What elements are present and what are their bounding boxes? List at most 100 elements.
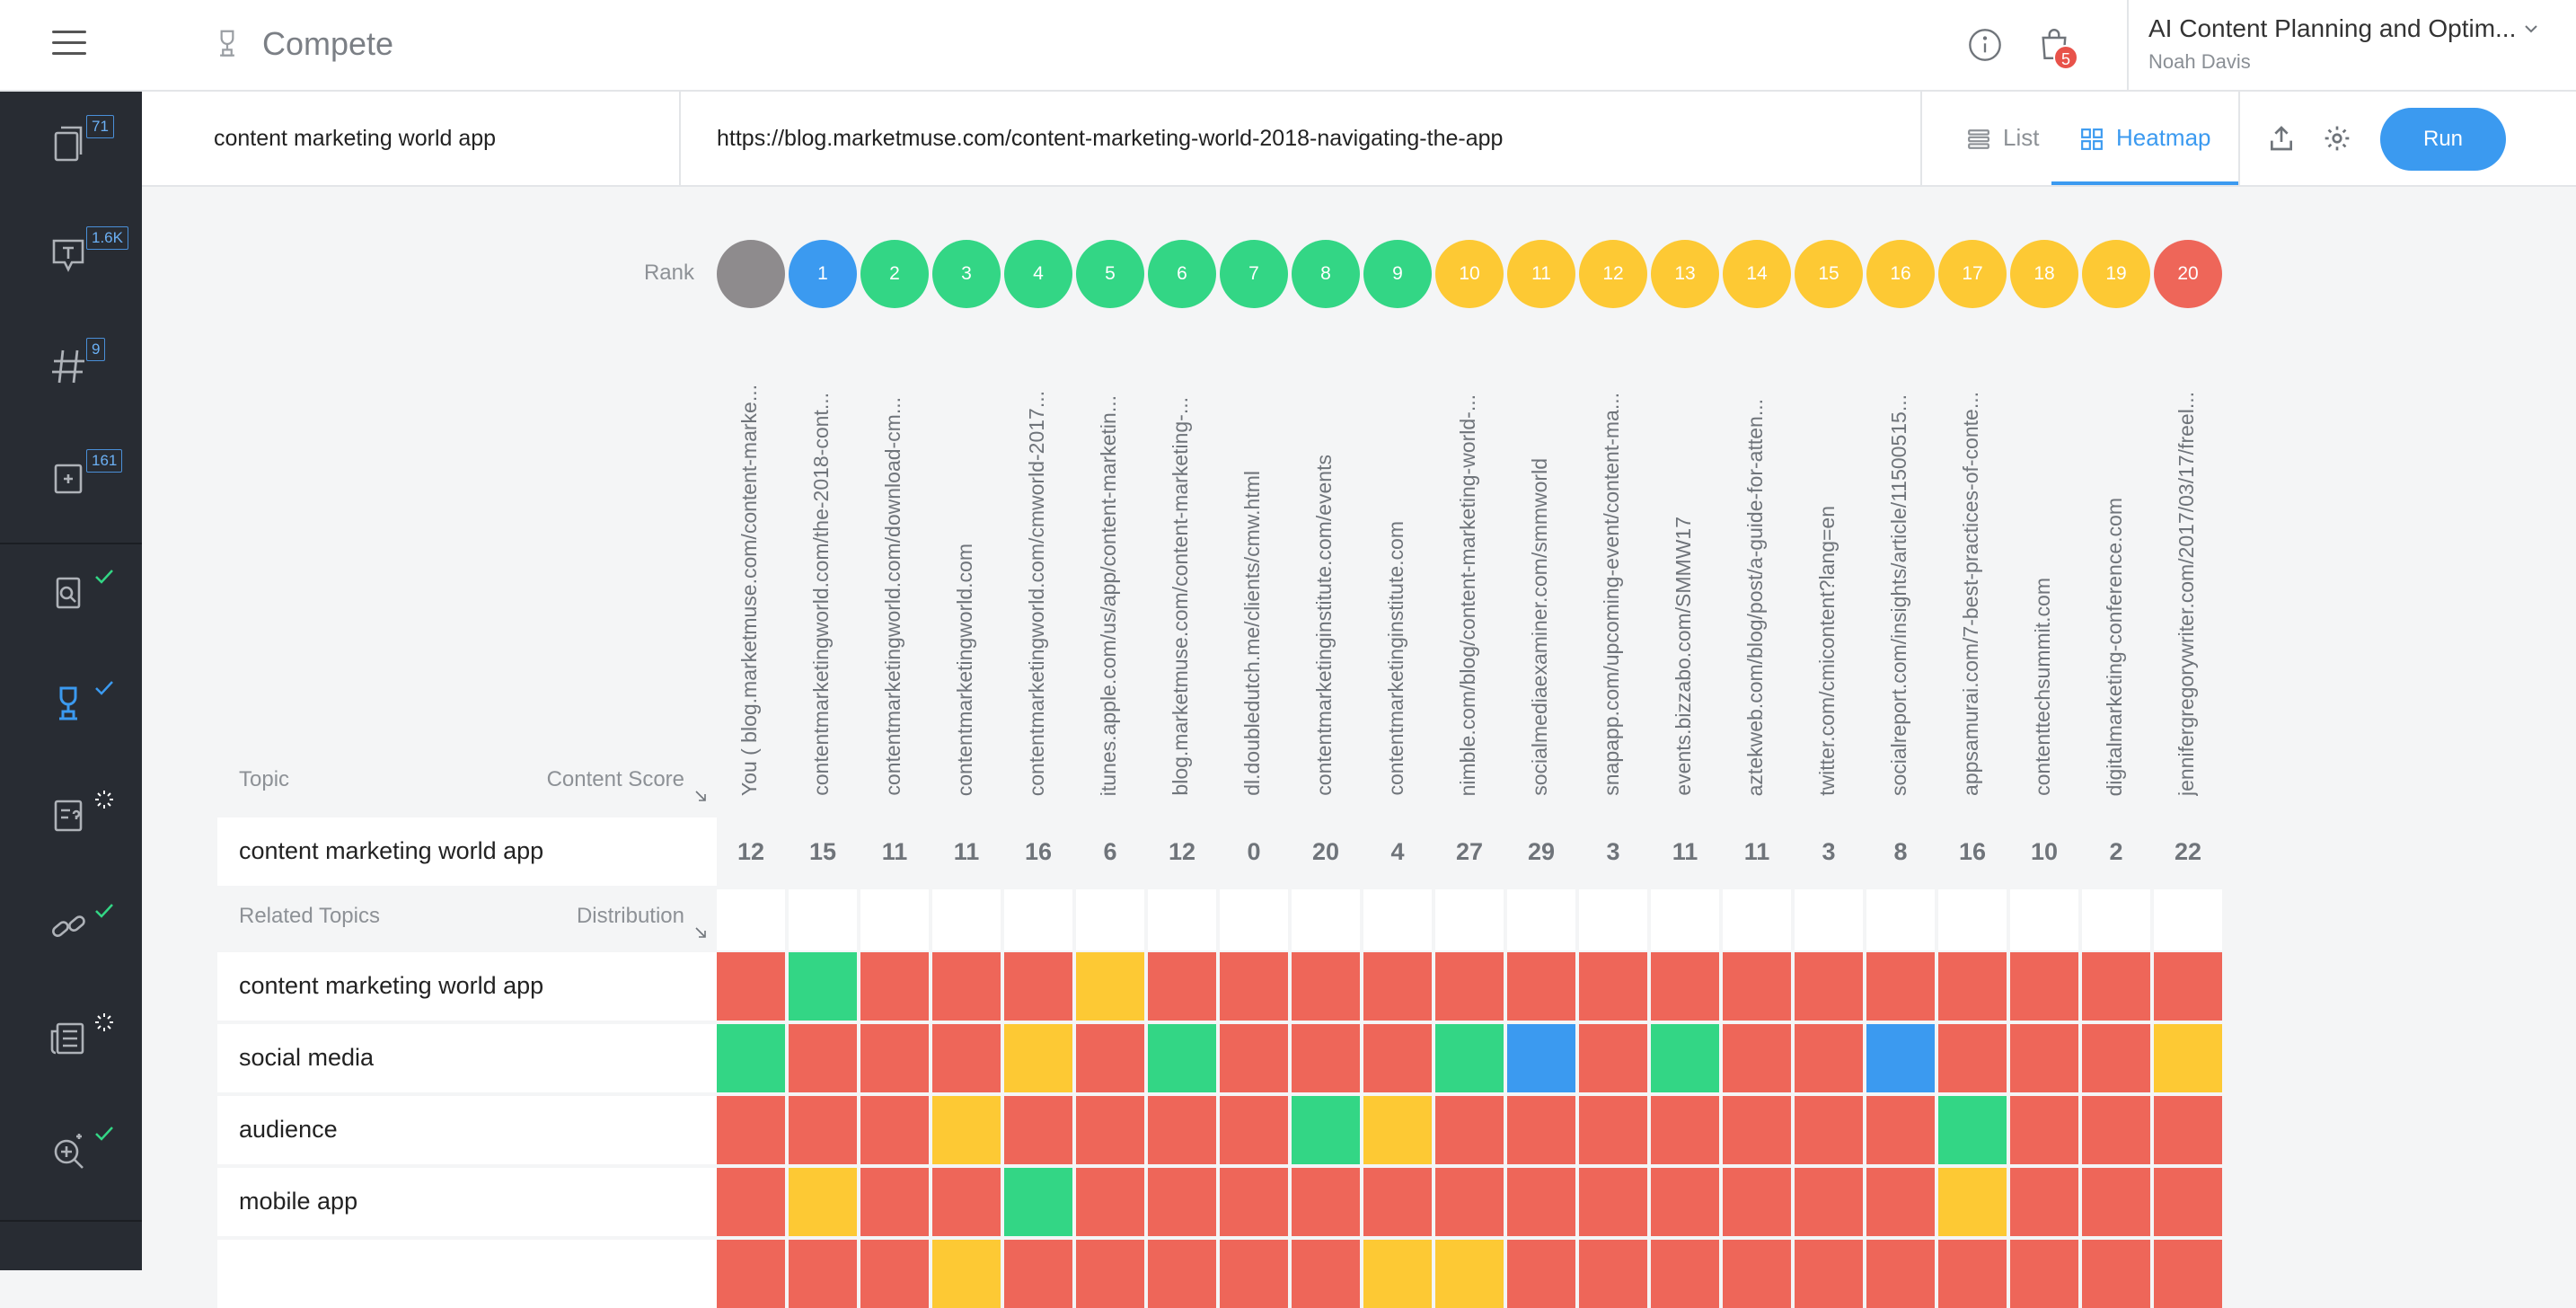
heatmap-cell[interactable] <box>1292 952 1360 1021</box>
heatmap-cell[interactable] <box>1363 1168 1432 1236</box>
related-topic-row[interactable] <box>217 1240 717 1308</box>
heatmap-cell[interactable] <box>2082 1168 2150 1236</box>
heatmap-cell[interactable] <box>2154 1168 2222 1236</box>
heatmap-cell[interactable] <box>1435 1240 1504 1308</box>
heatmap-cell[interactable] <box>1148 1168 1216 1236</box>
content-score-header[interactable]: Content Score <box>467 767 684 792</box>
sidebar-item-add[interactable]: 161 <box>0 433 142 523</box>
heatmap-cell[interactable] <box>717 1024 785 1092</box>
heatmap-cell[interactable] <box>2154 952 2222 1021</box>
competitor-url[interactable]: contentmarketingworld.com <box>932 332 1001 800</box>
heatmap-cell[interactable] <box>717 1096 785 1164</box>
competitor-url[interactable]: appsamurai.com/7-best-practices-of-conte… <box>1938 332 2007 800</box>
heatmap-cell[interactable] <box>1004 1240 1072 1308</box>
rank-circle[interactable]: 18 <box>2010 240 2078 308</box>
heatmap-cell[interactable] <box>789 1240 857 1308</box>
heatmap-cell[interactable] <box>1651 952 1719 1021</box>
heatmap-cell[interactable] <box>860 1168 929 1236</box>
heatmap-cell[interactable] <box>860 952 929 1021</box>
heatmap-cell[interactable] <box>1723 1168 1791 1236</box>
heatmap-cell[interactable] <box>860 1240 929 1308</box>
heatmap-cell[interactable] <box>1076 1096 1144 1164</box>
heatmap-cell[interactable] <box>1292 1240 1360 1308</box>
heatmap-cell[interactable] <box>789 1096 857 1164</box>
heatmap-cell[interactable] <box>1363 952 1432 1021</box>
tab-list[interactable]: List <box>1920 92 2055 185</box>
heatmap-cell[interactable] <box>2010 1240 2078 1308</box>
heatmap-cell[interactable] <box>1507 1240 1575 1308</box>
rank-circle[interactable]: 13 <box>1651 240 1719 308</box>
heatmap-cell[interactable] <box>717 1240 785 1308</box>
heatmap-cell[interactable] <box>932 1096 1001 1164</box>
heatmap-cell[interactable] <box>717 952 785 1021</box>
heatmap-cell[interactable] <box>1938 1096 2007 1164</box>
heatmap-cell[interactable] <box>1938 952 2007 1021</box>
heatmap-cell[interactable] <box>1507 1024 1575 1092</box>
heatmap-cell[interactable] <box>2010 1024 2078 1092</box>
rank-circle[interactable]: 16 <box>1866 240 1935 308</box>
heatmap-cell[interactable] <box>1148 1096 1216 1164</box>
heatmap-cell[interactable] <box>1507 952 1575 1021</box>
heatmap-cell[interactable] <box>1723 1024 1791 1092</box>
heatmap-cell[interactable] <box>1866 1096 1935 1164</box>
heatmap-cell[interactable] <box>1004 952 1072 1021</box>
rank-circle[interactable]: 17 <box>1938 240 2007 308</box>
gear-icon[interactable] <box>2323 124 2351 153</box>
heatmap-cell[interactable] <box>2010 1096 2078 1164</box>
heatmap-cell[interactable] <box>1938 1024 2007 1092</box>
competitor-url[interactable]: contentmarketingworld.com/the-2018-cont.… <box>789 332 857 800</box>
heatmap-cell[interactable] <box>1579 1024 1647 1092</box>
rank-circle[interactable]: 14 <box>1723 240 1791 308</box>
heatmap-cell[interactable] <box>860 1096 929 1164</box>
heatmap-cell[interactable] <box>2154 1024 2222 1092</box>
heatmap-cell[interactable] <box>1435 1168 1504 1236</box>
competitor-url[interactable]: snapapp.com/upcoming-event/content-ma... <box>1579 332 1647 800</box>
competitor-url[interactable]: contenttechsummit.com <box>2010 332 2078 800</box>
competitor-url[interactable]: contentmarketingworld.com/cmworld-2017..… <box>1004 332 1072 800</box>
heatmap-cell[interactable] <box>860 1024 929 1092</box>
rank-circle[interactable]: 2 <box>860 240 929 308</box>
heatmap-cell[interactable] <box>1795 1024 1863 1092</box>
heatmap-cell[interactable] <box>1004 1096 1072 1164</box>
heatmap-cell[interactable] <box>1148 1024 1216 1092</box>
rank-circle[interactable]: 3 <box>932 240 1001 308</box>
sort-arrow-icon[interactable] <box>693 925 708 940</box>
heatmap-cell[interactable] <box>1292 1024 1360 1092</box>
rank-circle[interactable]: 8 <box>1292 240 1360 308</box>
sidebar-item-optimize[interactable] <box>0 1105 142 1195</box>
competitor-url[interactable]: socialreport.com/insights/article/115005… <box>1866 332 1935 800</box>
heatmap-cell[interactable] <box>1292 1168 1360 1236</box>
heatmap-cell[interactable] <box>1220 1168 1288 1236</box>
export-icon[interactable] <box>2267 124 2296 153</box>
competitor-url[interactable]: itunes.apple.com/us/app/content-marketin… <box>1076 332 1144 800</box>
heatmap-cell[interactable] <box>1795 1168 1863 1236</box>
rank-circle[interactable]: 19 <box>2082 240 2150 308</box>
heatmap-cell[interactable] <box>1723 952 1791 1021</box>
heatmap-cell[interactable] <box>1795 1096 1863 1164</box>
related-topic-row[interactable]: audience <box>217 1096 717 1164</box>
heatmap-cell[interactable] <box>1220 952 1288 1021</box>
heatmap-cell[interactable] <box>2154 1240 2222 1308</box>
heatmap-cell[interactable] <box>1148 1240 1216 1308</box>
competitor-url[interactable]: digitalmarketing-conference.com <box>2082 332 2150 800</box>
heatmap-cell[interactable] <box>789 1168 857 1236</box>
heatmap-cell[interactable] <box>1579 1096 1647 1164</box>
heatmap-cell[interactable] <box>1795 952 1863 1021</box>
heatmap-cell[interactable] <box>1363 1096 1432 1164</box>
url-input[interactable] <box>681 92 1920 185</box>
competitor-url[interactable]: jennifergregorywriter.com/2017/03/17/fre… <box>2154 332 2222 800</box>
heatmap-cell[interactable] <box>789 952 857 1021</box>
sidebar-item-documents[interactable]: 71 <box>0 99 142 189</box>
competitor-url[interactable]: aztekweb.com/blog/post/a-guide-for-atten… <box>1723 332 1791 800</box>
heatmap-cell[interactable] <box>932 1024 1001 1092</box>
competitor-url[interactable]: twitter.com/cmicontent?lang=en <box>1795 332 1863 800</box>
rank-circle[interactable]: 6 <box>1148 240 1216 308</box>
sidebar-item-news[interactable] <box>0 994 142 1083</box>
info-icon[interactable] <box>1967 27 2003 63</box>
heatmap-cell[interactable] <box>1579 952 1647 1021</box>
heatmap-cell[interactable] <box>1651 1240 1719 1308</box>
competitor-url[interactable]: nimble.com/blog/content-marketing-world-… <box>1435 332 1504 800</box>
heatmap-cell[interactable] <box>1435 1096 1504 1164</box>
heatmap-cell[interactable] <box>1292 1096 1360 1164</box>
sidebar-item-research[interactable] <box>0 548 142 638</box>
